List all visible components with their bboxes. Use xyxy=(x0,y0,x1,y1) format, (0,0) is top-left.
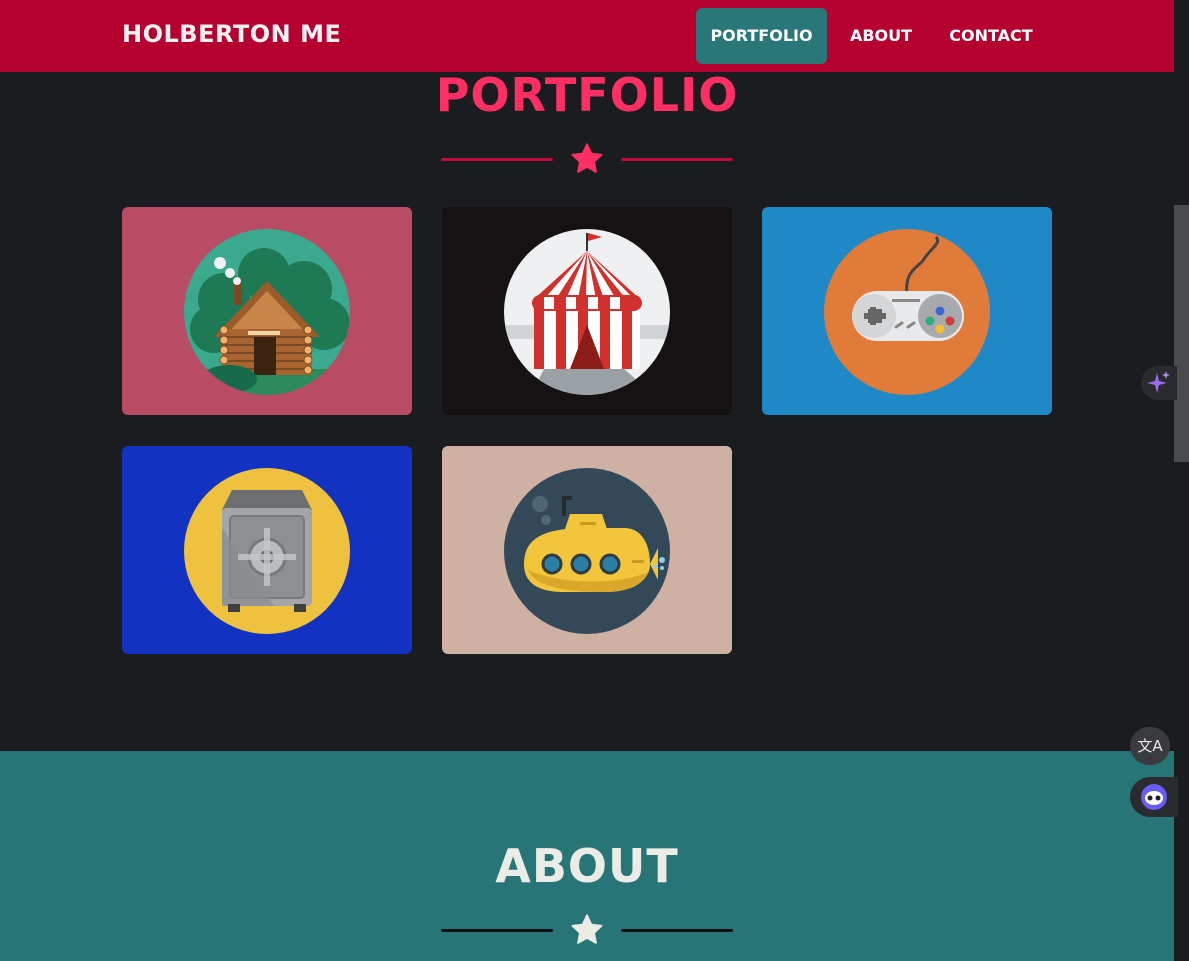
star-icon xyxy=(571,914,603,944)
portfolio-item-cabin[interactable] xyxy=(122,207,412,415)
circus-tent-icon xyxy=(504,229,670,395)
divider-line-left xyxy=(441,158,553,161)
translate-button[interactable]: 文A xyxy=(1130,727,1170,765)
game-controller-icon xyxy=(824,229,990,395)
star-icon xyxy=(571,143,603,173)
nav-link-about[interactable]: ABOUT xyxy=(841,8,921,64)
divider-line-right xyxy=(621,929,733,932)
assistant-face-icon xyxy=(1141,784,1167,810)
submarine-icon xyxy=(504,468,670,634)
scrollbar-thumb[interactable] xyxy=(1174,205,1189,462)
ai-sparkle-button[interactable] xyxy=(1141,366,1177,400)
portfolio-heading: PORTFOLIO xyxy=(435,68,739,122)
divider-line-right xyxy=(621,158,733,161)
about-divider xyxy=(0,914,1174,946)
about-section: ABOUT xyxy=(0,751,1174,961)
brand-logo[interactable]: HOLBERTON ME xyxy=(122,20,341,48)
about-heading: ABOUT xyxy=(495,839,679,893)
sparkle-icon xyxy=(1147,371,1170,393)
portfolio-divider xyxy=(0,143,1174,175)
nav-link-portfolio[interactable]: PORTFOLIO xyxy=(696,8,827,64)
portfolio-item-safe[interactable] xyxy=(122,446,412,654)
assistant-button[interactable] xyxy=(1130,777,1178,817)
navbar: HOLBERTON ME PORTFOLIO ABOUT CONTACT xyxy=(0,0,1174,72)
cabin-icon xyxy=(184,229,350,395)
portfolio-item-game-controller[interactable] xyxy=(762,207,1052,415)
divider-line-left xyxy=(441,929,553,932)
portfolio-item-submarine[interactable] xyxy=(442,446,732,654)
translate-icon: 文A xyxy=(1137,737,1163,755)
portfolio-item-circus[interactable] xyxy=(442,207,732,415)
nav-link-contact[interactable]: CONTACT xyxy=(941,8,1041,64)
safe-icon xyxy=(184,468,350,634)
